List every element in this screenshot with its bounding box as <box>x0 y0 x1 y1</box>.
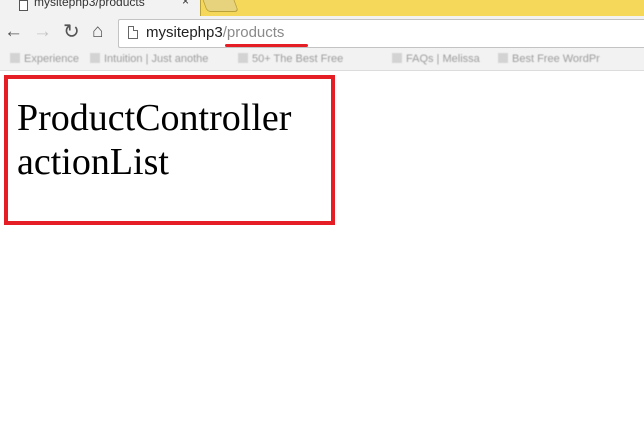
bookmark-icon <box>90 53 100 63</box>
browser-toolbar: ← → ↻ ⌂ mysitephp3/products <box>0 16 644 48</box>
url-path: /products <box>222 24 285 41</box>
page-content: ProductController actionList <box>17 96 291 184</box>
document-icon <box>19 0 28 11</box>
bookmark-item[interactable]: 50+ The Best Free <box>238 52 343 66</box>
page-text-line: ProductController <box>17 97 292 139</box>
url-host: mysitephp3 <box>146 24 223 41</box>
forward-arrow-icon[interactable]: → <box>33 20 52 44</box>
address-bar[interactable]: mysitephp3/products <box>118 19 644 48</box>
bookmark-icon <box>392 53 402 63</box>
tab-strip: mysitephp3/products × <box>0 0 644 16</box>
bookmark-item[interactable]: Intuition | Just anothe <box>90 52 208 66</box>
page-text-line: actionList <box>17 141 169 183</box>
new-tab-button[interactable] <box>201 0 239 12</box>
bookmark-icon <box>238 53 248 63</box>
bookmark-icon <box>10 53 20 63</box>
bookmark-item[interactable]: FAQs | Melissa <box>392 52 480 66</box>
bookmark-item[interactable]: Best Free WordPr <box>498 52 600 66</box>
back-arrow-icon[interactable]: ← <box>4 20 23 44</box>
bookmarks-bar: Experience Intuition | Just anothe 50+ T… <box>0 48 644 71</box>
home-icon[interactable]: ⌂ <box>92 20 103 44</box>
red-underline-annotation <box>225 44 308 47</box>
url-text[interactable]: mysitephp3/products <box>146 23 284 43</box>
bookmark-item[interactable]: Experience <box>10 52 79 66</box>
tab-title: mysitephp3/products <box>34 0 145 9</box>
page-icon <box>128 26 138 39</box>
close-icon[interactable]: × <box>182 0 189 8</box>
browser-tab[interactable]: mysitephp3/products × <box>0 0 201 16</box>
bookmark-icon <box>498 53 508 63</box>
reload-icon[interactable]: ↻ <box>63 20 80 44</box>
